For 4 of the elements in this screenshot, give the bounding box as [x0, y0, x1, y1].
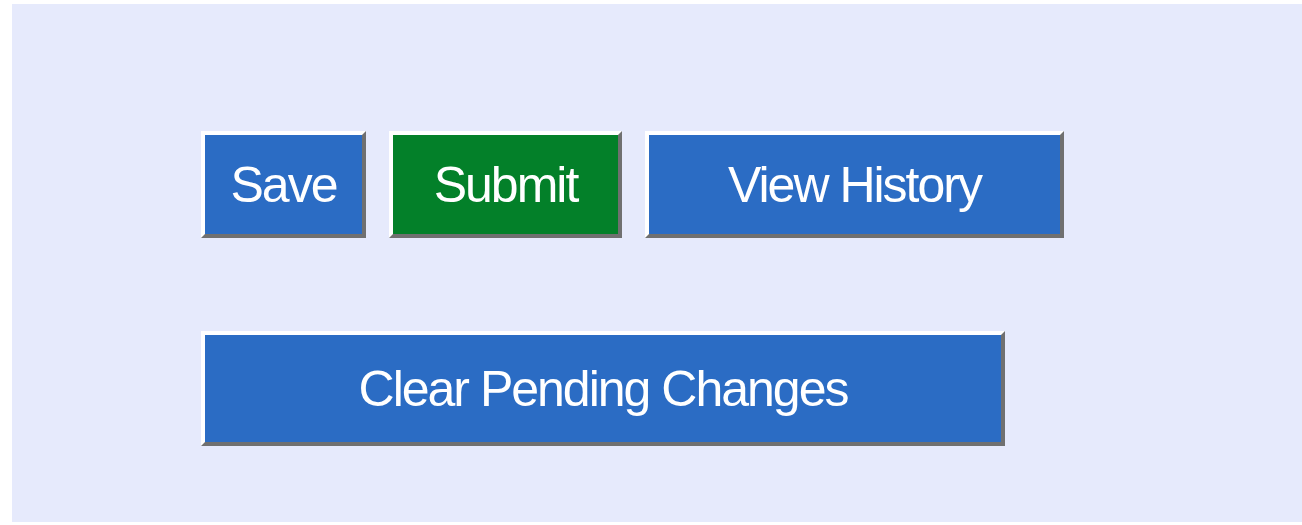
action-button[interactable]: Save	[201, 131, 366, 238]
action-button[interactable]: Clear Pending Changes	[201, 331, 1005, 446]
action-button[interactable]: View History	[645, 131, 1064, 238]
action-button[interactable]: Submit	[389, 131, 622, 238]
